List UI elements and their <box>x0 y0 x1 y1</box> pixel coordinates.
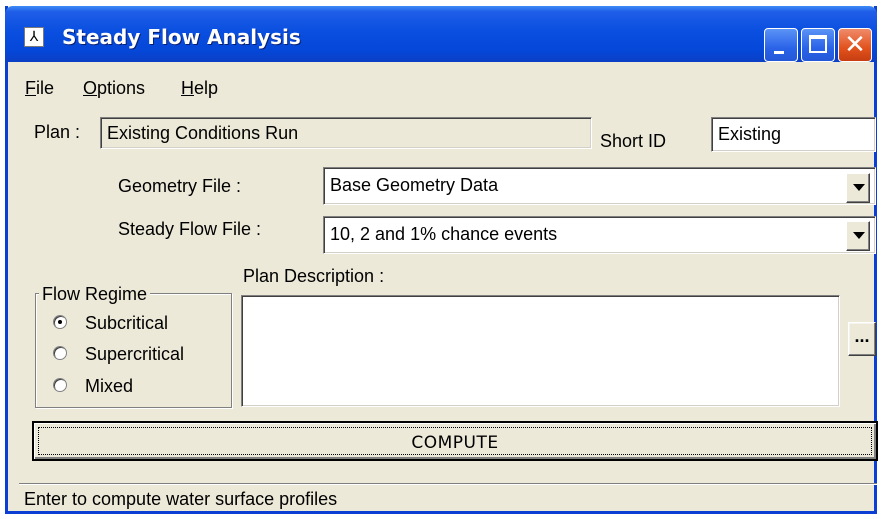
supercritical-radio[interactable] <box>53 346 67 360</box>
geometry-file-label: Geometry File : <box>118 176 242 196</box>
close-icon: ✕ <box>844 30 866 60</box>
plan-title-field[interactable]: Existing Conditions Run <box>100 117 592 149</box>
menu-help[interactable]: Help <box>181 77 218 99</box>
plan-description-label: Plan Description : <box>243 266 385 286</box>
minimize-button[interactable] <box>764 28 798 62</box>
menu-options[interactable]: Options <box>83 77 145 99</box>
plan-label: Plan : <box>34 122 81 142</box>
window-title: Steady Flow Analysis <box>62 25 301 49</box>
geometry-file-select[interactable]: Base Geometry Data <box>323 167 876 205</box>
steady-flow-file-label: Steady Flow File : <box>118 219 262 239</box>
maximize-button[interactable] <box>801 28 835 62</box>
geometry-dropdown-button[interactable] <box>846 173 870 203</box>
plan-description-field[interactable] <box>241 295 840 407</box>
supercritical-label[interactable]: Supercritical <box>85 343 184 365</box>
close-button[interactable]: ✕ <box>838 28 872 62</box>
menu-file[interactable]: File <box>25 77 54 99</box>
short-id-field[interactable]: Existing <box>711 117 876 152</box>
minimize-icon <box>774 51 784 54</box>
chevron-down-icon <box>853 184 865 191</box>
mixed-label[interactable]: Mixed <box>85 375 133 397</box>
mixed-radio[interactable] <box>53 378 67 392</box>
steady-flow-file-select[interactable]: 10, 2 and 1% chance events <box>323 216 876 254</box>
steady-flow-dropdown-button[interactable] <box>846 221 870 251</box>
compute-button-label: COMPUTE <box>411 433 499 453</box>
subcritical-radio[interactable] <box>53 315 67 329</box>
description-ellipsis-button[interactable]: ... <box>848 322 876 356</box>
flow-regime-title: Flow Regime <box>39 283 151 305</box>
title-bar[interactable]: ⅄ Steady Flow Analysis ✕ <box>5 6 877 62</box>
app-icon[interactable]: ⅄ <box>24 27 44 47</box>
chevron-down-icon <box>853 232 865 239</box>
status-text: Enter to compute water surface profiles <box>24 489 338 509</box>
subcritical-label[interactable]: Subcritical <box>85 312 168 334</box>
compute-button[interactable]: COMPUTE <box>32 421 878 461</box>
maximize-icon <box>809 35 827 53</box>
short-id-label: Short ID <box>600 131 667 151</box>
